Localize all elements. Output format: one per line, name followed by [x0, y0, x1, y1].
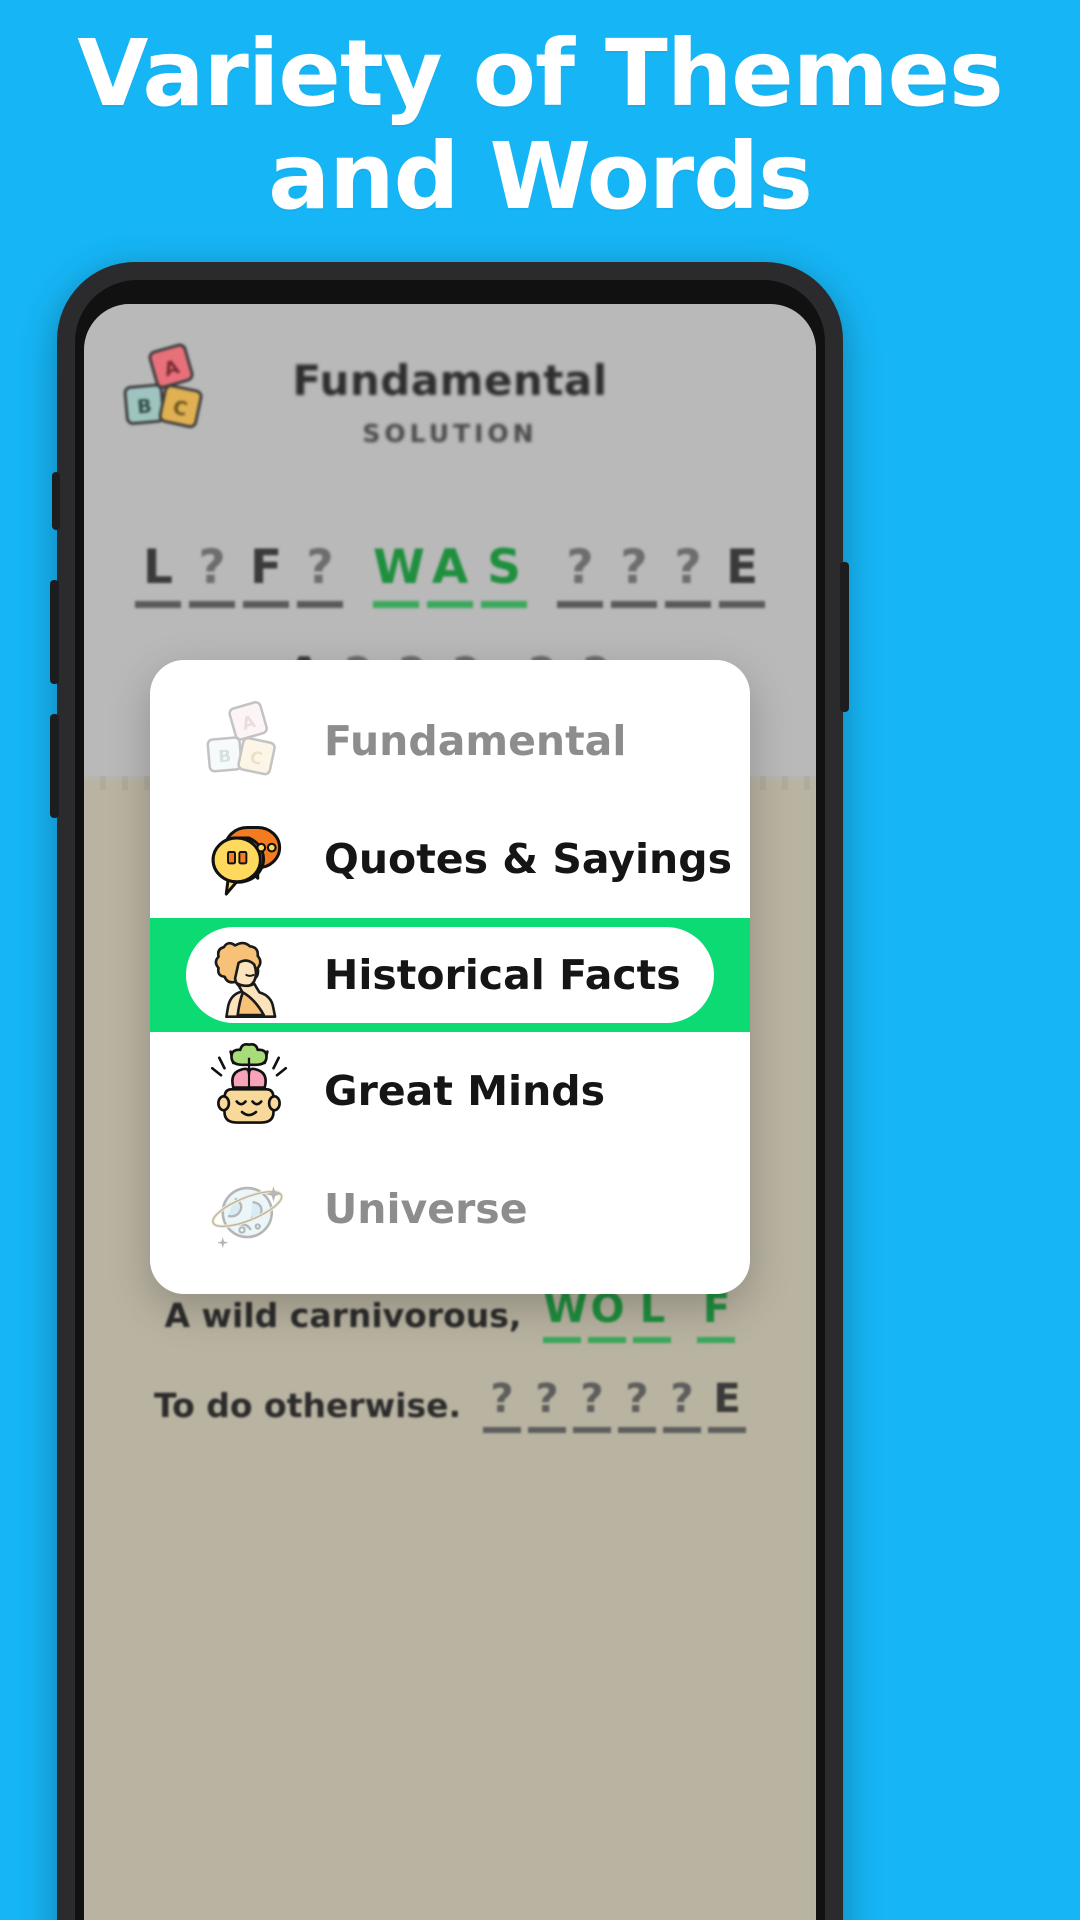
clue-text-2: To do otherwise. — [153, 1386, 462, 1425]
theme-label: Historical Facts — [324, 951, 681, 999]
game-solution-label: SOLUTION — [362, 419, 538, 448]
solution-slot[interactable]: F — [243, 544, 289, 608]
headline-line-2: and Words — [268, 123, 813, 231]
theme-item-historical-facts[interactable]: Historical Facts — [150, 918, 750, 1032]
solution-slot[interactable]: W — [373, 544, 425, 608]
clue-word-gap — [678, 1335, 690, 1343]
clue-slot[interactable]: L — [633, 1289, 672, 1343]
phone-button-volume-down[interactable] — [50, 714, 59, 818]
clue-slot[interactable]: ? — [663, 1379, 702, 1433]
clue-row-2: To do otherwise. ????? E — [84, 1379, 816, 1433]
solution-slot[interactable]: L — [135, 544, 181, 608]
clue-slot[interactable]: ? — [573, 1379, 612, 1433]
planet-icon — [206, 1166, 292, 1252]
solution-slot[interactable]: ? — [189, 544, 235, 608]
clue-slot[interactable]: W — [543, 1289, 588, 1343]
promo-headline: Variety of Themes and Words — [0, 22, 1080, 228]
solution-slot[interactable]: E — [719, 544, 765, 608]
phone-button-volume-up[interactable] — [50, 580, 59, 684]
phone-bezel: A B C Fundamental SOLUTION L? F? W A S??? E A… — [75, 280, 825, 1920]
clue-slot[interactable]: ? — [528, 1379, 567, 1433]
clue-slot[interactable]: O — [588, 1289, 627, 1343]
phone-button-power[interactable] — [840, 562, 849, 712]
phone-button-silent[interactable] — [52, 472, 60, 530]
phone-screen: A B C Fundamental SOLUTION L? F? W A S??? E A… — [84, 304, 816, 1920]
theme-item-universe[interactable]: Universe — [150, 1150, 750, 1268]
theme-label: Universe — [324, 1185, 528, 1233]
theme-label: Fundamental — [324, 717, 627, 765]
solution-slot[interactable]: ? — [665, 544, 711, 608]
theme-label: Great Minds — [324, 1067, 606, 1115]
solution-slot[interactable]: ? — [297, 544, 343, 608]
solution-slot[interactable]: ? — [611, 544, 657, 608]
speech-bubbles-icon — [206, 816, 292, 902]
game-theme-title: Fundamental — [292, 356, 608, 405]
theme-item-fundamental[interactable]: A B C Fundamental — [150, 682, 750, 800]
solution-word-gap — [351, 598, 365, 608]
philosopher-bust-icon — [206, 932, 292, 1019]
theme-item-quotes-sayings[interactable]: Quotes & Sayings — [150, 800, 750, 918]
clue-text-1: A wild carnivorous, — [164, 1296, 522, 1335]
solution-word-gap — [535, 598, 549, 608]
clue-slot[interactable]: E — [708, 1379, 747, 1433]
theme-item-great-minds[interactable]: Great Minds — [150, 1032, 750, 1150]
svg-text:B: B — [218, 745, 232, 766]
clue-slot[interactable]: ? — [483, 1379, 522, 1433]
solution-slot[interactable]: S — [481, 544, 527, 608]
clue-slot[interactable]: ? — [618, 1379, 657, 1433]
brain-head-icon — [206, 1042, 292, 1134]
clue-slots-1: WOLF — [543, 1289, 736, 1343]
solution-slot[interactable]: A — [427, 544, 473, 608]
phone-mockup: A B C Fundamental SOLUTION L? F? W A S??? E A… — [50, 262, 849, 1920]
theme-label: Quotes & Sayings — [324, 835, 732, 883]
clue-slot[interactable]: F — [697, 1289, 736, 1343]
game-header: Fundamental SOLUTION — [84, 356, 816, 448]
clue-slots-2: ????? E — [483, 1379, 747, 1433]
solution-slot[interactable]: ? — [557, 544, 603, 608]
clue-row-1: A wild carnivorous, WOLF — [84, 1289, 816, 1343]
theme-picker-modal: A B C Fundamental Quotes & Sayings Histo… — [150, 660, 750, 1294]
headline-line-1: Variety of Themes — [77, 20, 1003, 127]
abc-blocks-icon: A B C — [206, 698, 292, 784]
solution-row-1: L? F? W A S??? E — [84, 544, 816, 608]
